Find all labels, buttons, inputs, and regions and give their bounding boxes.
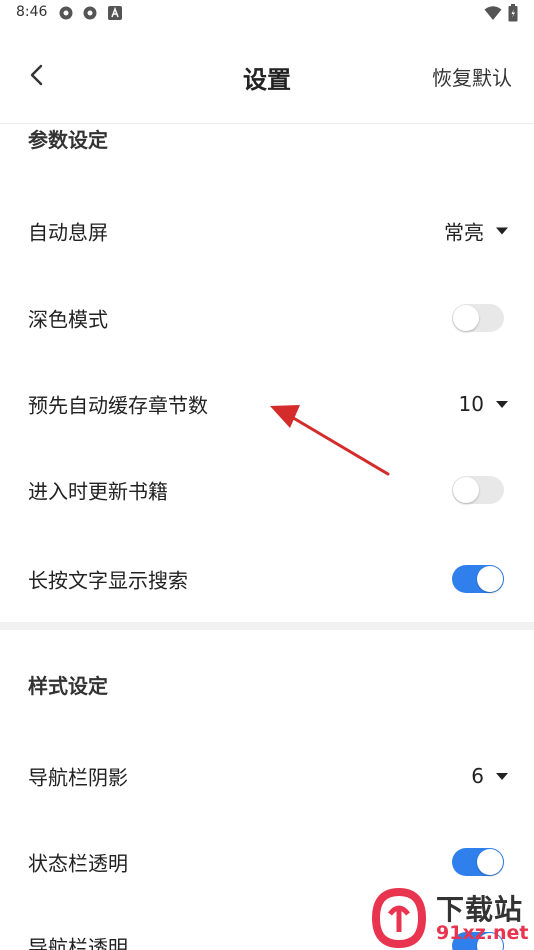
toggle-knob — [477, 566, 503, 592]
setting-row-auto-screen-off[interactable]: 自动息屏 常亮 — [0, 191, 534, 271]
toggle-knob — [477, 849, 503, 875]
wifi-icon — [484, 6, 502, 20]
section-title-style: 样式设定 — [28, 674, 108, 698]
watermark-logo: 下载站 91xz.net — [362, 884, 534, 950]
app-notification-icon — [59, 6, 73, 20]
setting-row-update-on-enter[interactable]: 进入时更新书籍 — [0, 450, 534, 530]
watermark-site: 91xz.net — [436, 922, 529, 944]
dropdown-arrow-icon — [496, 772, 508, 780]
toggle-knob — [453, 477, 479, 503]
longpress-search-toggle[interactable] — [452, 565, 504, 593]
setting-row-dark-mode[interactable]: 深色模式 — [0, 278, 534, 358]
setting-label: 导航栏透明 — [28, 935, 128, 950]
setting-label: 导航栏阴影 — [28, 765, 128, 790]
dropdown-value: 常亮 — [444, 220, 484, 245]
status-bar: 8:46 — [0, 0, 534, 30]
auto-screen-off-dropdown[interactable]: 常亮 — [444, 217, 508, 246]
precache-chapters-dropdown[interactable]: 10 — [459, 392, 508, 416]
dark-mode-toggle[interactable] — [452, 304, 504, 332]
app-bar: 设置 恢复默认 — [0, 44, 534, 106]
setting-label: 进入时更新书籍 — [28, 479, 168, 504]
watermark-emblem-icon — [371, 888, 427, 948]
section-divider — [0, 622, 534, 630]
statusbar-transparent-toggle[interactable] — [452, 848, 504, 876]
setting-label: 深色模式 — [28, 307, 108, 332]
section-title-params: 参数设定 — [28, 128, 108, 152]
toggle-knob — [453, 305, 479, 331]
setting-label: 预先自动缓存章节数 — [28, 393, 208, 418]
battery-icon — [508, 4, 518, 22]
update-on-enter-toggle[interactable] — [452, 476, 504, 504]
dropdown-arrow-icon — [496, 227, 508, 235]
setting-row-longpress-search[interactable]: 长按文字显示搜索 — [0, 539, 534, 619]
setting-label: 状态栏透明 — [28, 851, 128, 876]
setting-row-navbar-shadow[interactable]: 导航栏阴影 6 — [0, 736, 534, 816]
dropdown-value: 10 — [458, 392, 484, 416]
dropdown-value: 6 — [471, 764, 484, 788]
dropdown-arrow-icon — [496, 400, 508, 408]
status-time: 8:46 — [16, 4, 48, 20]
setting-label: 长按文字显示搜索 — [28, 568, 188, 593]
text-notification-icon — [108, 6, 122, 20]
app-notification-icon-2 — [83, 6, 97, 20]
setting-label: 自动息屏 — [28, 220, 108, 245]
navbar-shadow-dropdown[interactable]: 6 — [471, 764, 508, 788]
setting-row-precache-chapters[interactable]: 预先自动缓存章节数 10 — [0, 364, 534, 444]
restore-defaults-button[interactable]: 恢复默认 — [432, 62, 512, 91]
